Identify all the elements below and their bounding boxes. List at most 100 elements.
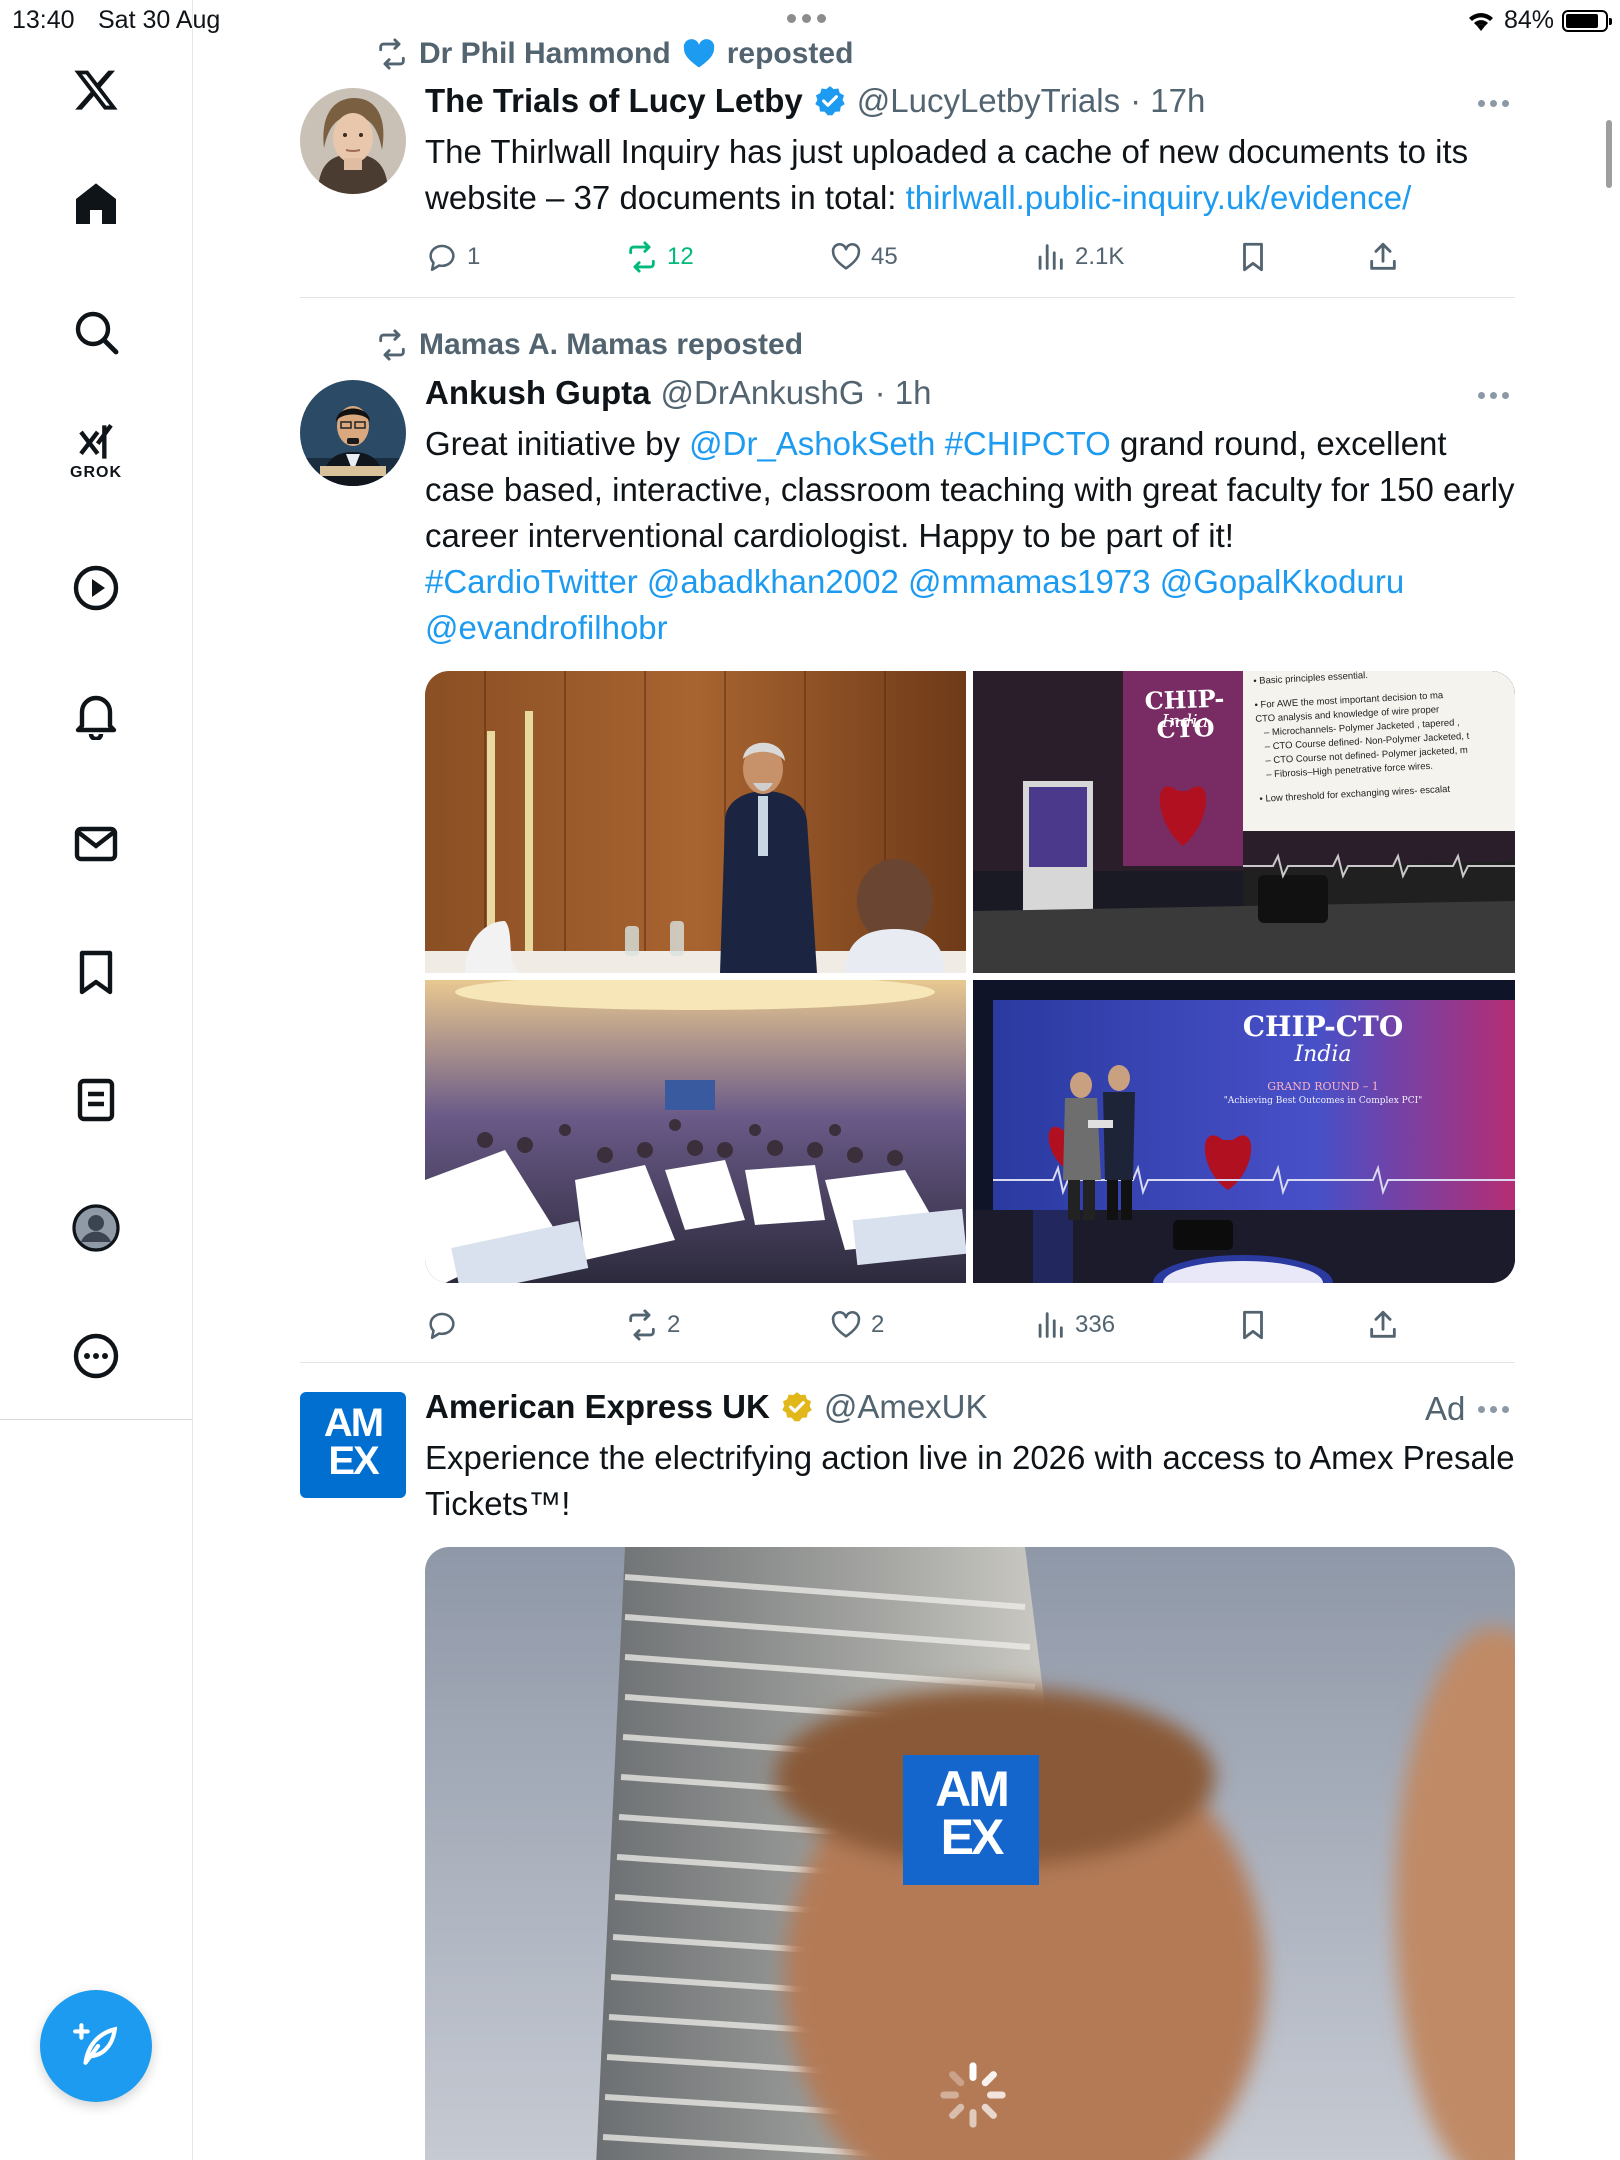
slide-title: CHIP-CTO bbox=[1242, 1010, 1404, 1043]
share-button[interactable] bbox=[1366, 1302, 1400, 1348]
bookmark-button[interactable] bbox=[1236, 234, 1270, 280]
x-logo-icon[interactable] bbox=[48, 42, 144, 138]
video-logo: AM EX bbox=[903, 1761, 1039, 1865]
scrollbar[interactable] bbox=[1606, 120, 1612, 188]
tweet-image[interactable] bbox=[425, 671, 966, 973]
slide-subtitle: India bbox=[1161, 711, 1209, 732]
repost-button[interactable]: 12 bbox=[625, 234, 694, 280]
views-chart-icon bbox=[1038, 244, 1063, 270]
notifications-icon[interactable] bbox=[48, 668, 144, 764]
media-grid: CHIP-CTO India • Basic principles essent… bbox=[425, 671, 1515, 1283]
tweet-image[interactable]: CHIP-CTO India GRAND ROUND – 1 "Achievin… bbox=[973, 980, 1515, 1283]
views-button[interactable]: 2.1K bbox=[1033, 234, 1124, 280]
slide-grand-round: GRAND ROUND – 1 bbox=[1267, 1080, 1379, 1093]
blue-heart-icon bbox=[683, 39, 714, 68]
ad-video[interactable]: AM EX bbox=[425, 1547, 1515, 2160]
timestamp[interactable]: · 17h bbox=[1130, 82, 1205, 120]
repost-icon bbox=[379, 329, 405, 361]
tweet-image[interactable]: CHIP-CTO India • Basic principles essent… bbox=[973, 671, 1515, 973]
reply-button[interactable] bbox=[425, 1302, 467, 1348]
timestamp[interactable]: · 1h bbox=[875, 374, 932, 412]
sidebar: GROK bbox=[0, 0, 193, 2160]
messages-icon[interactable] bbox=[48, 796, 144, 892]
repost-user[interactable]: Dr Phil Hammond bbox=[419, 37, 671, 71]
more-options-icon[interactable] bbox=[1478, 392, 1509, 399]
handle[interactable]: @AmexUK bbox=[824, 1388, 988, 1426]
amex-logo[interactable]: AM EX bbox=[300, 1392, 406, 1498]
ad-label: Ad bbox=[1425, 1390, 1466, 1427]
tweet-image[interactable] bbox=[425, 974, 967, 1283]
like-button[interactable]: 45 bbox=[829, 234, 898, 280]
multitasking-dots[interactable] bbox=[787, 14, 826, 23]
more-options-icon[interactable] bbox=[1478, 1406, 1509, 1413]
grok-icon[interactable]: GROK bbox=[48, 404, 144, 500]
logo-text-line-1: AM bbox=[323, 1401, 384, 1445]
profile-avatar-icon[interactable] bbox=[48, 1180, 144, 1276]
views-chart-icon bbox=[1038, 1312, 1063, 1338]
more-options-icon[interactable] bbox=[1478, 100, 1509, 107]
views-button[interactable]: 336 bbox=[1033, 1302, 1115, 1348]
heart-icon bbox=[831, 243, 861, 270]
tweet-actions: 2 2 336 bbox=[425, 1302, 1515, 1348]
feather-plus-icon bbox=[73, 2023, 118, 2065]
bookmark-icon bbox=[1243, 1310, 1263, 1340]
repost-user[interactable]: Mamas A. Mamas reposted bbox=[419, 328, 803, 362]
video-icon[interactable] bbox=[48, 540, 144, 636]
views-count: 2.1K bbox=[1075, 243, 1125, 270]
compose-button[interactable] bbox=[40, 1990, 152, 2102]
slide-tagline: "Achieving Best Outcomes in Complex PCI" bbox=[1223, 1096, 1423, 1106]
heart-icon bbox=[831, 1311, 861, 1338]
like-button[interactable]: 2 bbox=[829, 1302, 884, 1348]
logo-text-line-2: EX bbox=[328, 1439, 379, 1483]
slide-subtitle: India bbox=[1294, 1042, 1352, 1067]
display-name[interactable]: American Express UK bbox=[425, 1388, 770, 1426]
lists-icon[interactable] bbox=[48, 1052, 144, 1148]
repost-count: 12 bbox=[667, 243, 694, 270]
loading-spinner-icon bbox=[940, 2062, 1006, 2128]
more-icon[interactable] bbox=[48, 1308, 144, 1404]
tweet-text: The Thirlwall Inquiry has just uploaded … bbox=[425, 129, 1515, 221]
share-icon bbox=[1370, 1310, 1396, 1338]
hashtag-link[interactable]: #CHIPCTO bbox=[945, 425, 1111, 462]
tweet-body-start: Great initiative by bbox=[425, 425, 690, 462]
reply-icon bbox=[429, 244, 455, 272]
reply-icon bbox=[429, 1312, 455, 1340]
repost-indicator: Dr Phil Hammond reposted bbox=[375, 36, 853, 72]
search-icon[interactable] bbox=[48, 284, 144, 380]
status-right: 84% bbox=[1466, 6, 1612, 35]
handle[interactable]: @LucyLetbyTrials bbox=[857, 82, 1120, 120]
avatar[interactable] bbox=[300, 380, 406, 486]
views-count: 336 bbox=[1075, 1311, 1116, 1338]
like-count: 2 bbox=[871, 1311, 885, 1338]
home-icon[interactable] bbox=[48, 156, 144, 252]
bookmarks-icon[interactable] bbox=[48, 924, 144, 1020]
grok-label: GROK bbox=[70, 464, 122, 481]
share-button[interactable] bbox=[1366, 234, 1400, 280]
display-name[interactable]: Ankush Gupta bbox=[425, 374, 651, 412]
video-logo-line-1: AM bbox=[935, 1761, 1010, 1817]
slide-bullet: • Basic principles essential. bbox=[1253, 671, 1369, 687]
repost-icon bbox=[379, 38, 405, 70]
repost-indicator: Mamas A. Mamas reposted bbox=[375, 328, 803, 362]
verified-badge-icon bbox=[815, 86, 845, 116]
display-name[interactable]: The Trials of Lucy Letby bbox=[425, 82, 803, 120]
bookmark-button[interactable] bbox=[1236, 1302, 1270, 1348]
like-count: 45 bbox=[871, 243, 898, 270]
reply-count: 1 bbox=[467, 243, 481, 270]
battery-icon bbox=[1562, 9, 1612, 32]
tweet-actions: 1 12 45 2.1K bbox=[425, 234, 1515, 280]
tweet-header: Ankush Gupta @DrAnkushG · 1h bbox=[425, 374, 931, 412]
verified-gold-badge-icon bbox=[782, 1392, 812, 1422]
wifi-icon bbox=[1468, 12, 1493, 31]
mention-link[interactable]: @Dr_AshokSeth bbox=[689, 425, 935, 462]
tweet-text: Experience the electrifying action live … bbox=[425, 1435, 1515, 1527]
video-logo-line-2: EX bbox=[940, 1809, 1005, 1865]
avatar[interactable] bbox=[300, 88, 406, 194]
reply-button[interactable]: 1 bbox=[425, 234, 480, 280]
tags-links[interactable]: #CardioTwitter @abadkhan2002 @mmamas1973… bbox=[425, 563, 1404, 646]
repost-button[interactable]: 2 bbox=[625, 1302, 680, 1348]
handle[interactable]: @DrAnkushG bbox=[661, 374, 865, 412]
tweet-divider bbox=[300, 297, 1515, 298]
repost-icon bbox=[629, 241, 655, 273]
tweet-link[interactable]: thirlwall.public-inquiry.uk/evidence/ bbox=[906, 179, 1412, 216]
